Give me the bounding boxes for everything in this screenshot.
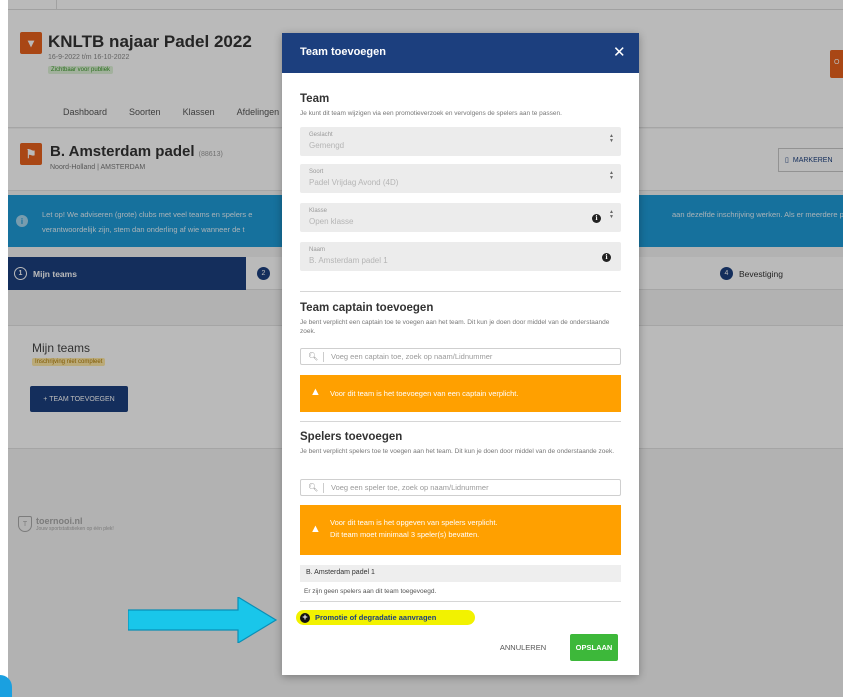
annotation-arrow [128,597,278,643]
captain-search[interactable]: 🔍︎ [300,348,621,365]
team-name-field[interactable]: Naam B. Amsterdam padel 1 i [300,242,621,271]
players-warning-line-1: Voor dit team is het opgeven van spelers… [330,518,498,527]
players-warning: ▲ Voor dit team is het opgeven van spele… [300,505,621,555]
field-value: Open klasse [309,217,354,226]
add-team-dialog: Team toevoegen ✕ Team Je kunt dit team w… [282,33,639,675]
captain-warning: ▲ Voor dit team is het toevoegen van een… [300,375,621,412]
warning-icon: ▲ [310,523,321,535]
captain-warning-text: Voor dit team is het toevoegen van een c… [330,389,519,398]
field-value: Padel Vrijdag Avond (4D) [309,178,399,187]
field-value: B. Amsterdam padel 1 [309,256,388,265]
section-divider [300,421,621,422]
gender-select[interactable]: Geslacht Gemengd ▲ ▼ [300,127,621,156]
player-search-input[interactable] [331,482,611,493]
field-label: Naam [309,247,326,253]
team-section-title: Team [300,93,330,105]
field-label: Geslacht [309,132,333,138]
players-warning-line-2: Dit team moet minimaal 3 speler(s) bevat… [330,530,480,539]
search-separator [323,483,324,493]
no-players-text: Er zijn geen spelers aan dit team toegev… [304,588,437,595]
promotion-request-label: Promotie of degradatie aanvragen [315,613,437,622]
search-icon: 🔍︎ [308,352,319,361]
captain-search-input[interactable] [331,351,611,362]
section-divider [300,291,621,292]
cancel-button[interactable]: ANNULEREN [494,638,552,656]
info-icon[interactable]: i [592,214,601,223]
info-icon[interactable]: i [602,253,611,262]
save-button[interactable]: OPSLAAN [570,634,618,661]
field-value: Gemengd [309,141,345,150]
players-section-title: Spelers toevoegen [300,431,403,443]
promotion-request-link[interactable]: + Promotie of degradatie aanvragen [296,610,475,625]
team-section-description: Je kunt dit team wijzigen via een promot… [300,110,562,117]
players-section-description: Je bent verplicht spelers toe te voegen … [300,448,615,455]
type-select[interactable]: Soort Padel Vrijdag Avond (4D) ▲ ▼ [300,164,621,193]
class-select[interactable]: Klasse Open klasse i ▲ ▼ [300,203,621,232]
close-icon[interactable]: ✕ [613,43,626,61]
players-warning-text: Voor dit team is het opgeven van spelers… [330,517,498,541]
captain-section-description: Je bent verplicht een captain toe te voe… [300,319,610,336]
captain-section-title: Team captain toevoegen [300,302,434,314]
select-arrows-icon: ▲ ▼ [609,133,614,144]
select-arrows-icon: ▲ ▼ [609,209,614,220]
search-separator [323,352,324,362]
search-icon: 🔍︎ [308,483,319,492]
team-name-bar: B. Amsterdam padel 1 [300,565,621,582]
field-label: Soort [309,169,324,175]
section-divider [300,601,621,602]
select-arrows-icon: ▲ ▼ [609,170,614,181]
field-label: Klasse [309,208,328,214]
warning-icon: ▲ [310,386,321,398]
dialog-header: Team toevoegen ✕ [282,33,639,73]
plus-circle-icon: + [300,612,310,623]
dialog-title: Team toevoegen [300,46,386,58]
player-search[interactable]: 🔍︎ [300,479,621,496]
